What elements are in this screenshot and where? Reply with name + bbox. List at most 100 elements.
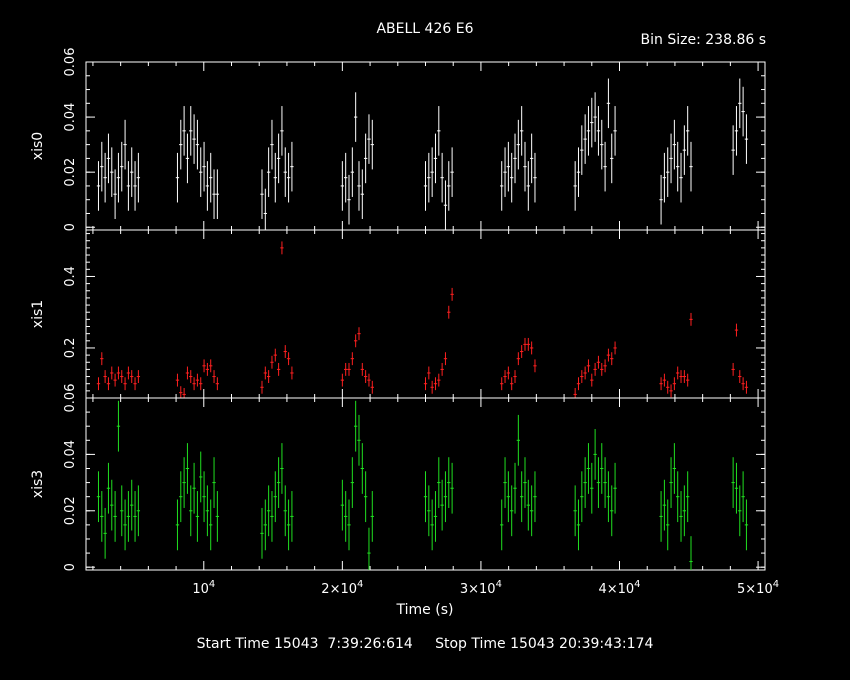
data-point <box>500 161 504 211</box>
y-tick-label: 0.04 <box>63 103 78 132</box>
data-point <box>443 471 448 523</box>
y-tick-label: 0.04 <box>63 440 78 469</box>
data-point <box>340 373 345 387</box>
data-point <box>116 366 121 380</box>
data-point <box>440 479 444 531</box>
data-point <box>350 147 354 197</box>
data-point <box>116 400 121 452</box>
data-point <box>520 345 524 358</box>
data-point <box>576 377 581 391</box>
data-point <box>573 485 577 537</box>
data-point <box>682 370 687 383</box>
data-point <box>175 499 180 551</box>
data-point <box>202 359 206 373</box>
data-point <box>686 373 690 387</box>
data-point <box>513 133 517 184</box>
data-point <box>270 119 274 170</box>
data-point <box>185 443 190 494</box>
y-tick-label: 0.2 <box>63 338 78 359</box>
data-point <box>113 169 117 219</box>
data-point <box>189 106 193 156</box>
data-point <box>523 457 527 508</box>
data-point <box>738 485 742 537</box>
data-point <box>344 152 348 203</box>
data-point <box>212 169 216 219</box>
data-point <box>123 119 127 170</box>
y-tick-label: 0.06 <box>63 48 78 77</box>
data-point <box>586 106 591 156</box>
data-point <box>686 106 690 156</box>
data-point <box>440 152 444 203</box>
data-point <box>283 345 287 358</box>
data-point <box>120 370 124 383</box>
panel-xis3: 0 0.02 0.04 xis3 <box>30 397 766 571</box>
data-point <box>423 161 428 211</box>
data-point <box>370 380 374 394</box>
x-tick-label: 4×104 <box>598 579 640 597</box>
data-point <box>260 169 264 219</box>
data-point <box>273 348 277 362</box>
data-point <box>103 152 107 203</box>
data-point <box>603 141 607 192</box>
data-point <box>103 507 107 559</box>
data-point <box>503 147 507 197</box>
data-point <box>590 373 594 387</box>
data-point <box>593 429 597 480</box>
data-point <box>130 479 134 531</box>
data-point <box>659 377 663 391</box>
y-tick-label: 0.02 <box>63 158 78 187</box>
data-point <box>120 485 124 537</box>
data-point <box>533 471 537 523</box>
data-point <box>263 499 267 551</box>
data-point <box>610 133 614 184</box>
data-point <box>593 92 597 142</box>
data-point <box>110 366 114 380</box>
data-point <box>263 366 267 380</box>
data-point <box>367 373 371 387</box>
panel-xis0: 0 0.02 0.04 0.06 xis0 <box>30 48 766 231</box>
data-point <box>583 366 587 380</box>
data-point <box>500 377 504 391</box>
data-point <box>676 471 680 523</box>
data-point <box>215 491 220 542</box>
data-point <box>126 161 131 211</box>
data-point <box>120 141 124 192</box>
data-point <box>130 370 134 383</box>
data-point <box>744 380 749 394</box>
data-point <box>353 400 358 452</box>
data-point <box>676 141 680 192</box>
data-point <box>437 457 441 508</box>
data-point <box>672 119 677 170</box>
data-point <box>523 141 527 192</box>
data-point <box>533 152 537 203</box>
data-point <box>96 377 101 391</box>
x-tick-label: 3×104 <box>460 579 502 597</box>
data-point <box>741 86 745 137</box>
data-point <box>506 141 511 192</box>
data-point <box>205 161 210 211</box>
y-axis-label: xis1 <box>30 300 46 328</box>
data-point <box>209 499 213 551</box>
data-point <box>357 414 361 466</box>
data-point <box>583 114 587 164</box>
data-point <box>510 485 514 537</box>
data-point <box>596 457 601 508</box>
data-point <box>136 370 141 383</box>
data-point <box>433 377 438 391</box>
data-point <box>133 377 137 391</box>
data-point <box>215 169 220 219</box>
data-point <box>179 119 183 170</box>
data-point <box>447 305 451 319</box>
data-point <box>126 491 131 542</box>
data-point <box>347 499 351 551</box>
x-tick-label: 5×104 <box>737 579 779 597</box>
data-point <box>731 457 735 508</box>
data-point <box>503 457 507 508</box>
panel-xis1: 0.06 0.2 0.4 xis1 <box>30 229 766 412</box>
data-point <box>450 462 454 514</box>
data-point <box>270 491 274 542</box>
data-point <box>353 334 358 348</box>
data-point <box>427 366 431 380</box>
data-point <box>433 133 438 184</box>
data-point <box>286 152 291 203</box>
